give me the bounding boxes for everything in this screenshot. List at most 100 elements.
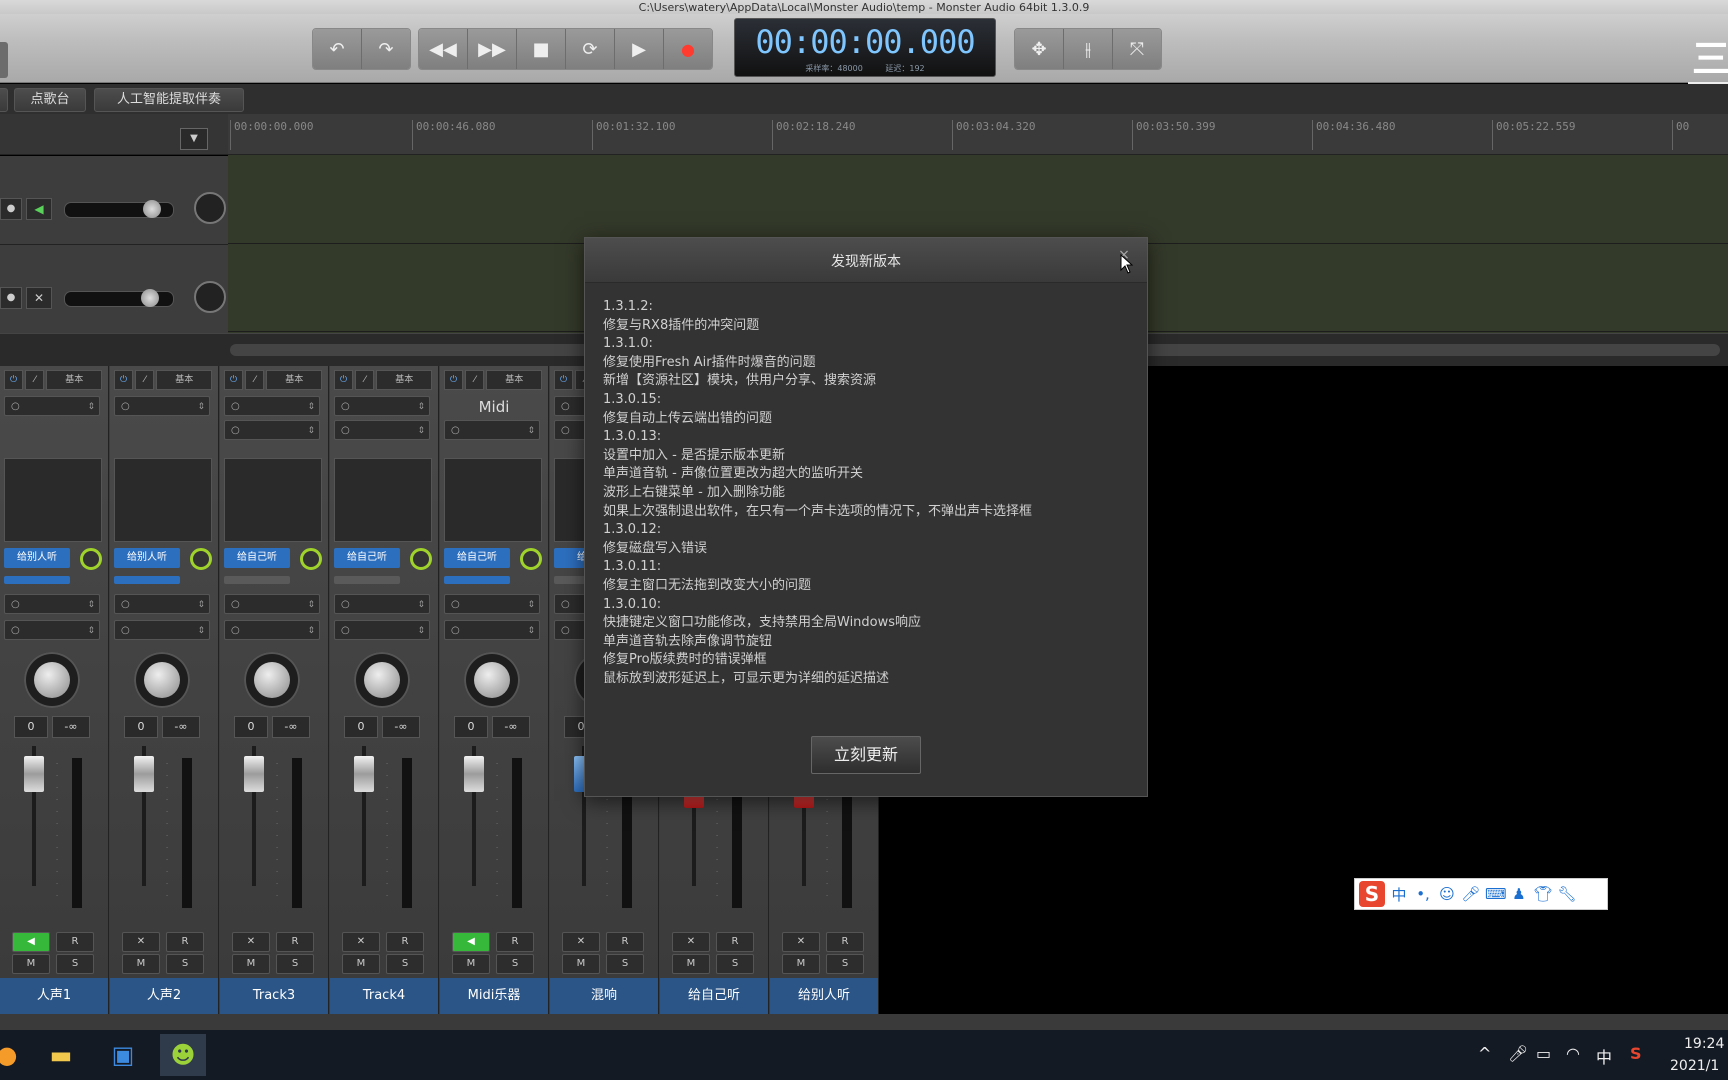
track-volume-slider[interactable] — [64, 200, 174, 218]
monitor-button[interactable]: ◀ — [452, 932, 490, 952]
record-arm-button[interactable]: R — [166, 932, 204, 952]
channel-name[interactable]: Track4 — [330, 978, 438, 1014]
monitor-button[interactable]: ✕ — [672, 932, 710, 952]
send-button[interactable]: 给自己听 — [334, 548, 400, 568]
plugin-area[interactable] — [4, 458, 102, 542]
record-button[interactable]: ● — [664, 29, 712, 69]
undo-button[interactable]: ↶ — [313, 29, 362, 69]
tray-language[interactable]: 中 — [1596, 1044, 1612, 1068]
volume-fader[interactable] — [24, 756, 44, 792]
channel-name[interactable]: 人声2 — [110, 978, 218, 1014]
app-icon[interactable]: ● — [0, 1034, 17, 1076]
tab-hidden[interactable] — [0, 88, 8, 112]
tab-ai-accompaniment[interactable]: 人工智能提取伴奏 — [94, 88, 244, 112]
mute-button[interactable]: M — [452, 954, 490, 974]
monster-audio-icon[interactable]: ☻ — [160, 1034, 206, 1076]
tab-song-station[interactable]: 点歌台 — [14, 88, 86, 112]
emoji-icon[interactable]: ☺ — [1437, 885, 1457, 903]
track-pan-knob[interactable] — [194, 281, 226, 313]
output-select[interactable]: ○ — [224, 594, 320, 615]
chevron-up-icon[interactable]: ^ — [1478, 1044, 1491, 1063]
mic-icon[interactable]: 🎤︎ — [1461, 885, 1481, 903]
input-select[interactable]: ○ — [334, 396, 430, 417]
send-button-2[interactable] — [4, 576, 70, 584]
plugin-area[interactable] — [334, 458, 432, 542]
volume-value[interactable]: 0 — [454, 716, 488, 738]
volume-fader[interactable] — [134, 756, 154, 792]
monitor-button[interactable]: ✕ — [562, 932, 600, 952]
channel-name[interactable]: Midi乐器 — [440, 978, 548, 1014]
volume-fader[interactable] — [464, 756, 484, 792]
output-select-2[interactable]: ○ — [4, 620, 100, 641]
power-icon[interactable]: ⏻ — [4, 370, 24, 390]
clock-time[interactable]: 19:24 — [1684, 1036, 1724, 1052]
monitor-button[interactable]: ◀ — [12, 932, 50, 952]
pan-knob[interactable] — [244, 652, 300, 708]
timeline-ruler[interactable]: 00:00:00.000 00:00:46.080 00:01:32.100 0… — [228, 114, 1728, 155]
send-button[interactable]: 给自己听 — [224, 548, 290, 568]
solo-button[interactable]: S — [56, 954, 94, 974]
mic-tray-icon[interactable]: 🎤︎ — [1508, 1044, 1528, 1063]
move-tool-button[interactable]: ✥ — [1015, 29, 1064, 69]
send-level-knob[interactable] — [300, 548, 322, 570]
output-select[interactable]: ○ — [444, 594, 540, 615]
preset-label[interactable]: 基本 — [266, 370, 322, 390]
sogou-tray-icon[interactable]: S — [1630, 1044, 1642, 1063]
input-select[interactable]: ○ — [4, 396, 100, 417]
send-button-2[interactable] — [114, 576, 180, 584]
monitor-button[interactable]: ✕ — [232, 932, 270, 952]
edit-icon[interactable]: ⁄ — [355, 370, 375, 390]
solo-button[interactable]: S — [716, 954, 754, 974]
plugin-area[interactable] — [114, 458, 212, 542]
record-arm-button[interactable]: R — [386, 932, 424, 952]
send-button-2[interactable] — [444, 576, 510, 584]
slider-thumb[interactable] — [141, 289, 159, 307]
solo-button[interactable]: S — [386, 954, 424, 974]
track-menu-dropdown[interactable]: ▼ — [180, 128, 208, 150]
output-select[interactable]: ○ — [4, 594, 100, 615]
output-select-2[interactable]: ○ — [224, 620, 320, 641]
file-explorer-icon[interactable]: ▬ — [38, 1034, 84, 1076]
edit-icon[interactable]: ⁄ — [245, 370, 265, 390]
play-button[interactable]: ▶ — [615, 29, 664, 69]
volume-value[interactable]: 0 — [124, 716, 158, 738]
crossfade-tool-button[interactable]: ⤧ — [1113, 29, 1161, 69]
mute-button[interactable]: M — [672, 954, 710, 974]
volume-value[interactable]: 0 — [234, 716, 268, 738]
mute-button[interactable]: M — [12, 954, 50, 974]
power-icon[interactable]: ⏻ — [224, 370, 244, 390]
redo-button[interactable]: ↷ — [362, 29, 410, 69]
skin-icon[interactable]: 👕︎ — [1533, 885, 1553, 903]
record-arm-button[interactable]: R — [56, 932, 94, 952]
power-icon[interactable]: ⏻ — [554, 370, 574, 390]
track-solo-button[interactable]: ● — [0, 287, 22, 309]
pan-knob[interactable] — [134, 652, 190, 708]
track-volume-slider[interactable] — [64, 289, 174, 307]
rewind-button[interactable]: ◀◀ — [419, 29, 468, 69]
channel-name[interactable]: 给自己听 — [660, 978, 768, 1014]
power-icon[interactable]: ⏻ — [114, 370, 134, 390]
toolbar-left-handle[interactable] — [0, 42, 8, 78]
user-icon[interactable]: ♟ — [1509, 885, 1529, 903]
record-arm-button[interactable]: R — [826, 932, 864, 952]
insert-slot[interactable]: ○ — [334, 420, 430, 441]
sogou-logo-icon[interactable]: S — [1359, 881, 1385, 907]
power-icon[interactable]: ⏻ — [334, 370, 354, 390]
mute-button[interactable]: M — [232, 954, 270, 974]
pan-knob[interactable] — [24, 652, 80, 708]
monitor-button[interactable]: ✕ — [342, 932, 380, 952]
send-button[interactable]: 给别人听 — [4, 548, 70, 568]
split-tool-button[interactable]: ⫲ — [1064, 29, 1113, 69]
edit-icon[interactable]: ⁄ — [465, 370, 485, 390]
output-select[interactable]: ○ — [334, 594, 430, 615]
solo-button[interactable]: S — [166, 954, 204, 974]
send-button[interactable]: 给别人听 — [114, 548, 180, 568]
power-icon[interactable]: ⏻ — [444, 370, 464, 390]
input-select[interactable]: ○ — [114, 396, 210, 417]
monitor-button[interactable]: ✕ — [782, 932, 820, 952]
input-select[interactable]: ○ — [224, 396, 320, 417]
keyboard-icon[interactable]: ⌨ — [1485, 885, 1507, 903]
solo-button[interactable]: S — [606, 954, 644, 974]
preset-label[interactable]: 基本 — [376, 370, 432, 390]
send-level-knob[interactable] — [520, 548, 542, 570]
